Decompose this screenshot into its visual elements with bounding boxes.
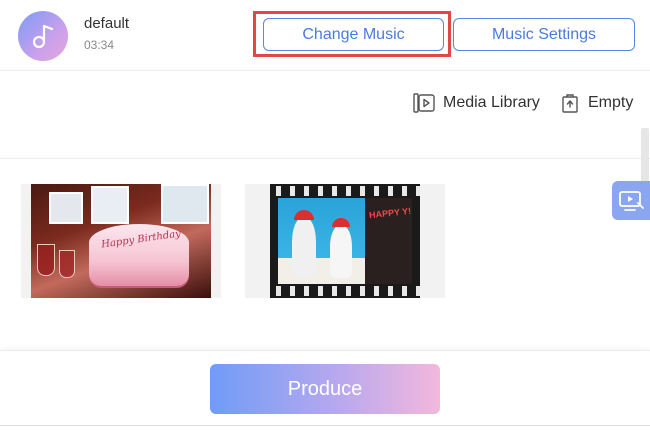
film-strip-top (270, 186, 420, 196)
photo-card (161, 184, 209, 224)
preview-side-tab[interactable] (612, 181, 650, 220)
bottom-bar: Produce (0, 350, 650, 431)
person-figure (292, 218, 316, 278)
trash-icon (560, 93, 580, 113)
divider (0, 425, 650, 426)
person-figure (330, 226, 352, 278)
music-duration: 03:34 (84, 38, 115, 52)
scrollbar-thumb[interactable] (641, 128, 649, 186)
media-library-label: Media Library (443, 94, 540, 111)
film-strip-photo: HAPPY Y! (270, 184, 420, 298)
media-item[interactable]: Happy Birthday (21, 184, 221, 298)
photo-card (49, 192, 83, 224)
red-hat (332, 218, 350, 227)
poster-text: HAPPY Y! (368, 205, 412, 221)
birthday-cake-photo: Happy Birthday (31, 184, 211, 298)
music-name: default (84, 15, 130, 32)
music-bar: default 03:34 Change Music Music Setting… (0, 0, 650, 71)
music-note-icon (32, 24, 54, 49)
wine-glass (59, 250, 75, 278)
media-toolbar: Media Library Empty (0, 71, 650, 159)
music-avatar (18, 11, 68, 61)
change-music-button[interactable]: Change Music (263, 18, 444, 51)
red-hat (294, 210, 314, 220)
music-settings-button[interactable]: Music Settings (453, 18, 635, 51)
wine-glass (37, 244, 55, 276)
empty-button[interactable]: Empty (560, 92, 633, 114)
media-library-button[interactable]: Media Library (413, 92, 540, 114)
media-library-icon (413, 93, 435, 113)
empty-label: Empty (588, 94, 634, 111)
film-strip-bottom (270, 286, 420, 296)
produce-button[interactable]: Produce (210, 364, 440, 414)
poster: HAPPY Y! (365, 198, 412, 284)
photo-card (91, 186, 129, 224)
video-preview-icon (619, 190, 644, 211)
media-item[interactable]: HAPPY Y! (245, 184, 445, 298)
